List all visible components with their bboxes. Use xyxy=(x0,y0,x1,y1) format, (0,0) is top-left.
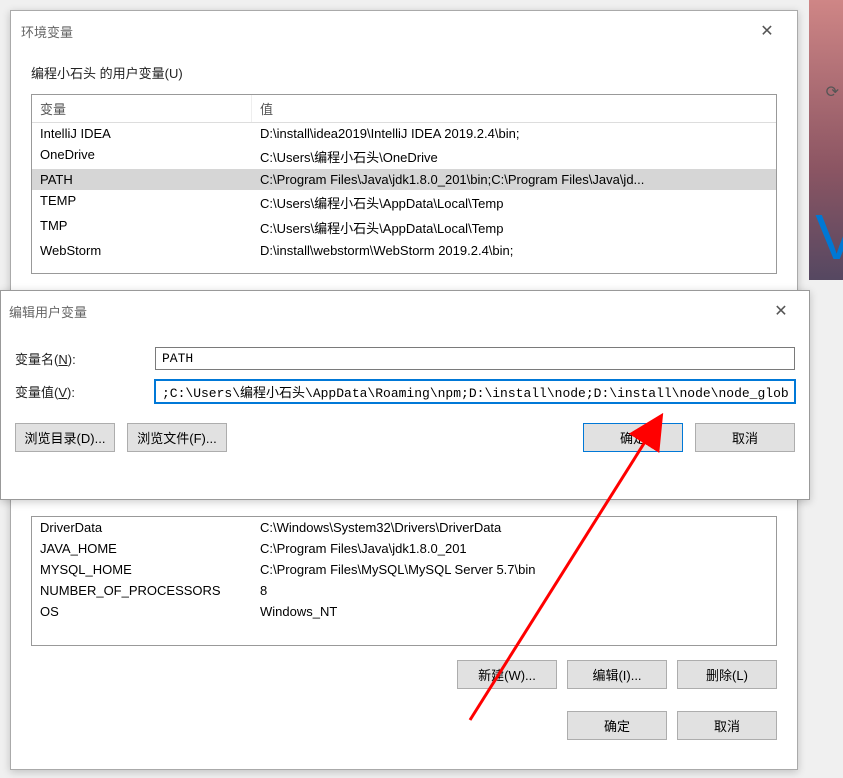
var-value: C:\Program Files\Java\jdk1.8.0_201\bin;C… xyxy=(252,169,776,190)
table-row[interactable]: OSWindows_NT xyxy=(32,601,776,622)
var-name: DriverData xyxy=(32,517,252,538)
cancel-button[interactable]: 取消 xyxy=(677,711,777,740)
table-row[interactable]: WebStormD:\install\webstorm\WebStorm 201… xyxy=(32,240,776,261)
var-name: MYSQL_HOME xyxy=(32,559,252,580)
new-button[interactable]: 新建(W)... xyxy=(457,660,557,689)
edit-user-variable-dialog: 编辑用户变量 ✕ 变量名(N): 变量值(V): 浏览目录(D)... 浏览文件… xyxy=(0,290,810,500)
window-title-fragment: Vi xyxy=(815,200,843,274)
table-row[interactable]: OneDriveC:\Users\编程小石头\OneDrive xyxy=(32,144,776,169)
close-icon[interactable]: ✕ xyxy=(761,297,801,325)
var-name: OS xyxy=(32,601,252,622)
var-value: C:\Users\编程小石头\AppData\Local\Temp xyxy=(252,215,776,240)
system-variables-list[interactable]: DriverDataC:\Windows\System32\Drivers\Dr… xyxy=(31,516,777,646)
var-value: Windows_NT xyxy=(252,601,776,622)
table-row[interactable]: PATHC:\Program Files\Java\jdk1.8.0_201\b… xyxy=(32,169,776,190)
table-row[interactable]: NUMBER_OF_PROCESSORS8 xyxy=(32,580,776,601)
edit-dialog-titlebar: 编辑用户变量 ✕ xyxy=(1,291,809,331)
table-row[interactable]: TMPC:\Users\编程小石头\AppData\Local\Temp xyxy=(32,215,776,240)
variable-value-input[interactable] xyxy=(155,380,795,403)
cancel-button[interactable]: 取消 xyxy=(695,423,795,452)
user-variables-label: 编程小石头 的用户变量(U) xyxy=(11,51,797,88)
var-value: C:\Program Files\Java\jdk1.8.0_201 xyxy=(252,538,776,559)
user-variables-list[interactable]: 变量 值 IntelliJ IDEAD:\install\idea2019\In… xyxy=(31,94,777,274)
browse-directory-button[interactable]: 浏览目录(D)... xyxy=(15,423,115,452)
window-title: 环境变量 xyxy=(21,22,73,41)
variable-value-label: 变量值(V): xyxy=(15,382,155,401)
var-name: TMP xyxy=(32,215,252,240)
variable-name-label: 变量名(N): xyxy=(15,349,155,368)
var-value: 8 xyxy=(252,580,776,601)
titlebar: 环境变量 ✕ xyxy=(11,11,797,51)
var-name: TEMP xyxy=(32,190,252,215)
close-icon[interactable]: ✕ xyxy=(747,17,787,45)
col-value: 值 xyxy=(252,95,776,122)
system-buttons-row: 新建(W)... 编辑(I)... 删除(L) xyxy=(11,652,797,703)
var-value: D:\install\webstorm\WebStorm 2019.2.4\bi… xyxy=(252,240,776,261)
var-name: NUMBER_OF_PROCESSORS xyxy=(32,580,252,601)
var-name: IntelliJ IDEA xyxy=(32,123,252,144)
var-value: C:\Users\编程小石头\OneDrive xyxy=(252,144,776,169)
delete-button[interactable]: 删除(L) xyxy=(677,660,777,689)
browse-file-button[interactable]: 浏览文件(F)... xyxy=(127,423,227,452)
var-name: WebStorm xyxy=(32,240,252,261)
var-name: PATH xyxy=(32,169,252,190)
table-row[interactable]: JAVA_HOMEC:\Program Files\Java\jdk1.8.0_… xyxy=(32,538,776,559)
col-variable: 变量 xyxy=(32,95,252,122)
list-header: 变量 值 xyxy=(32,95,776,123)
table-row[interactable]: DriverDataC:\Windows\System32\Drivers\Dr… xyxy=(32,517,776,538)
var-name: OneDrive xyxy=(32,144,252,169)
edit-button[interactable]: 编辑(I)... xyxy=(567,660,667,689)
var-name: JAVA_HOME xyxy=(32,538,252,559)
refresh-icon[interactable]: ⟳ xyxy=(826,82,839,102)
table-row[interactable]: MYSQL_HOMEC:\Program Files\MySQL\MySQL S… xyxy=(32,559,776,580)
var-value: C:\Windows\System32\Drivers\DriverData xyxy=(252,517,776,538)
table-row[interactable]: TEMPC:\Users\编程小石头\AppData\Local\Temp xyxy=(32,190,776,215)
var-value: C:\Users\编程小石头\AppData\Local\Temp xyxy=(252,190,776,215)
variable-name-input[interactable] xyxy=(155,347,795,370)
ok-button[interactable]: 确定 xyxy=(583,423,683,452)
table-row[interactable]: IntelliJ IDEAD:\install\idea2019\Intelli… xyxy=(32,123,776,144)
ok-button[interactable]: 确定 xyxy=(567,711,667,740)
var-value: C:\Program Files\MySQL\MySQL Server 5.7\… xyxy=(252,559,776,580)
var-value: D:\install\idea2019\IntelliJ IDEA 2019.2… xyxy=(252,123,776,144)
dialog-buttons-row: 确定 取消 xyxy=(11,703,797,754)
edit-dialog-title: 编辑用户变量 xyxy=(9,302,87,321)
